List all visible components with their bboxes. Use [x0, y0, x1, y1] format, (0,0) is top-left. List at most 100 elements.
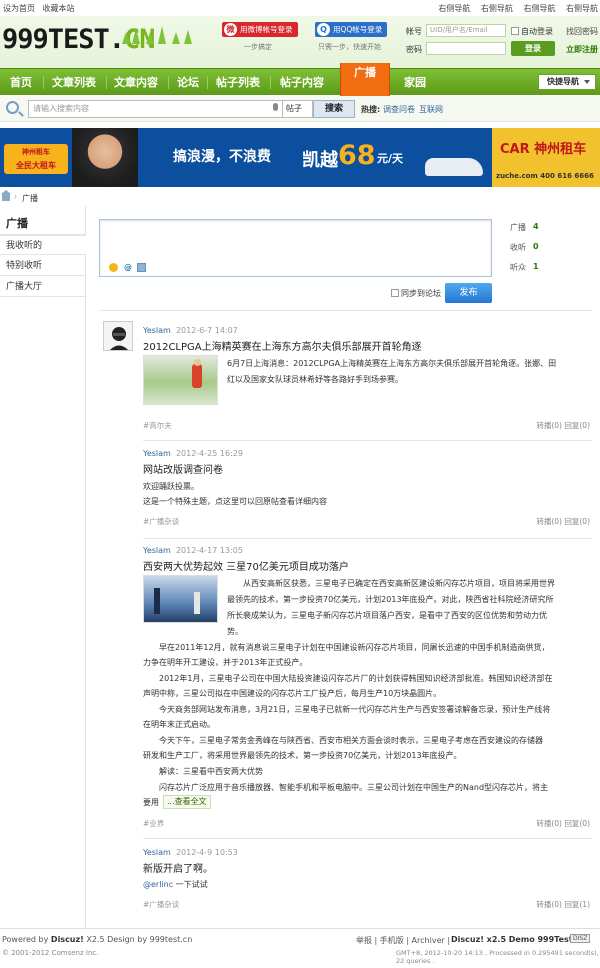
post-body-line: 早在2011年12月，就有消息说三星电子计划在中国建设新闪存芯片项目，同屠长迅速…: [159, 643, 550, 652]
post-body-line: 要用: [143, 798, 159, 807]
bookmark-link[interactable]: 收藏本站: [43, 4, 75, 13]
microphone-icon[interactable]: [273, 103, 278, 111]
nav-home-space[interactable]: 家园: [404, 69, 426, 96]
sidebar-item-broadcast-hall[interactable]: 广播大厅: [0, 277, 86, 297]
post-tag[interactable]: #业界: [143, 818, 164, 829]
auto-login-checkbox[interactable]: 自动登录: [511, 26, 553, 37]
post-body-link[interactable]: 这是一个特殊主题，点这里可以回原帖查看详细内容: [143, 494, 327, 509]
post-body-line: 解读：三星看中西安两大优势: [159, 767, 263, 776]
right-nav-link-3[interactable]: 右侧导航: [523, 4, 555, 13]
footer-links[interactable]: 举报 | 手机版 | Archiver |: [356, 935, 450, 946]
register-link[interactable]: 立即注册: [566, 44, 598, 55]
ad-banner[interactable]: 神州租车 全民大租车 搞浪漫，不浪费 凯越 68 元/天 CAR 神州租车 zu…: [0, 128, 600, 187]
home-icon[interactable]: [1, 190, 11, 201]
post-thumbnail[interactable]: [143, 355, 218, 405]
nav-home[interactable]: 首页: [10, 69, 32, 96]
top-bar: 设为首页 收藏本站 右侧导航 右侧导航 右侧导航 右侧导航: [0, 0, 600, 16]
right-nav-link-4[interactable]: 右侧导航: [566, 4, 598, 13]
powered-text: Powered by: [2, 935, 49, 944]
nav-forum[interactable]: 论坛: [177, 69, 199, 96]
post-actions[interactable]: 转播(0) 回复(1): [536, 899, 590, 910]
hot-link-internet[interactable]: 互联网: [419, 104, 443, 115]
post-time: 2012-4-9 10:53: [175, 848, 238, 857]
nav-article-list[interactable]: 文章列表: [52, 69, 96, 96]
banner-url: zuche.com 400 616 6666: [496, 172, 594, 180]
sync-to-forum-checkbox[interactable]: 同步到论坛: [391, 288, 441, 299]
weibo-icon: 微: [224, 23, 237, 36]
post-title[interactable]: 新版开启了啊。: [143, 860, 213, 875]
avatar[interactable]: [103, 321, 133, 351]
stat-value: 1: [533, 262, 539, 271]
image-icon[interactable]: [137, 263, 146, 272]
logo-text: 999TEST.: [2, 24, 125, 55]
auto-login-label: 自动登录: [521, 27, 553, 36]
at-icon[interactable]: @: [124, 263, 133, 272]
post-title[interactable]: 西安两大优势起效 三星70亿美元项目成功落户: [143, 558, 349, 573]
smiley-icon[interactable]: [109, 263, 118, 272]
post-button[interactable]: 发布: [445, 283, 492, 303]
banner-car-image: [425, 158, 483, 176]
read-more-button[interactable]: ...查看全文: [163, 795, 211, 809]
sidebar-item-special-following[interactable]: 特别收听: [0, 256, 86, 276]
password-input[interactable]: [426, 42, 506, 55]
post-author[interactable]: Yeslam: [143, 546, 171, 555]
hot-link-survey[interactable]: 调查问卷: [383, 104, 415, 115]
divider: [143, 838, 592, 839]
post-tag[interactable]: #广播杂谈: [143, 516, 179, 527]
search-input[interactable]: 请输入搜索内容: [28, 100, 283, 118]
post-body-line: 从西安高新区获悉，三星电子已确定在西安高新区建设新闪存芯片项目，项目将采用世界: [243, 579, 555, 588]
sync-label: 同步到论坛: [401, 289, 441, 298]
post-title[interactable]: 2012CLPGA上海精英赛在上海东方高尔夫俱乐部展开首轮角逐: [143, 338, 422, 353]
post-thumbnail[interactable]: [143, 575, 218, 623]
nav-thread-list[interactable]: 帖子列表: [216, 69, 260, 96]
post-body-line: 所长裴成荣认为，三星电子新闪存芯片项目落户西安，是看中了西安的区位优势和劳动力优: [227, 611, 547, 620]
post-author[interactable]: Yeslam: [143, 848, 171, 857]
post-title[interactable]: 网站改版调查问卷: [143, 461, 223, 476]
banner-person-image: [72, 128, 138, 187]
post-tag[interactable]: #高尔夫: [143, 420, 172, 431]
post-body-line: 闪存芯片广泛应用于音乐播放器、智能手机和平板电脑中。三星公司计划在中国生产的Na…: [159, 783, 549, 792]
breadcrumb-arrow: ›: [14, 192, 18, 201]
post-author[interactable]: Yeslam: [143, 449, 171, 458]
post-actions[interactable]: 转播(0) 回复(0): [536, 420, 590, 431]
account-input[interactable]: UID/用户名/Email: [426, 24, 506, 37]
nav-broadcast[interactable]: 广播: [340, 63, 390, 96]
banner-price: 68: [338, 140, 376, 171]
set-homepage-link[interactable]: 设为首页: [3, 4, 35, 13]
qq-icon: Q: [317, 23, 330, 36]
post-body: @erlinc 一下试试: [143, 877, 208, 892]
login-button[interactable]: 登录: [511, 41, 555, 56]
broadcast-textarea[interactable]: @: [99, 219, 492, 277]
stat-following[interactable]: 收听 0: [510, 242, 539, 253]
nav-thread-content[interactable]: 帖子内容: [280, 69, 324, 96]
post-actions[interactable]: 转播(0) 回复(0): [536, 516, 590, 527]
divider: [143, 538, 592, 539]
divider: [143, 440, 592, 441]
post-tag[interactable]: #广播杂谈: [143, 899, 179, 910]
right-nav-link-1[interactable]: 右侧导航: [438, 4, 470, 13]
footer-badge: DISZ: [570, 934, 591, 943]
weibo-login-button[interactable]: 微 用微博帐号登录: [222, 22, 298, 37]
forgot-password-link[interactable]: 找回密码: [566, 26, 598, 37]
stat-value: 0: [533, 242, 539, 251]
discuz-link[interactable]: Discuz!: [51, 935, 84, 944]
right-nav-link-2[interactable]: 右侧导航: [481, 4, 513, 13]
sidebar-item-following[interactable]: 我收听的: [0, 235, 86, 255]
stat-listeners[interactable]: 听众 1: [510, 262, 539, 273]
post-meta: Yeslam 2012-4-17 13:05: [143, 546, 243, 555]
nav-article-content[interactable]: 文章内容: [114, 69, 158, 96]
stat-broadcast[interactable]: 广播 4: [510, 222, 539, 233]
footer-demo[interactable]: Discuz! x2.5 Demo 999Test.cn: [451, 935, 586, 944]
search-type-select[interactable]: 帖子: [283, 100, 313, 118]
post-actions[interactable]: 转播(0) 回复(0): [536, 818, 590, 829]
quick-nav-dropdown[interactable]: 快捷导航: [538, 74, 596, 90]
mention-link[interactable]: @erlinc: [143, 880, 173, 889]
post-body-line: 2012年1月，三星电子公司在中国大陆投资建设闪存芯片厂的计划获得韩国知识经济部…: [159, 674, 553, 683]
hot-search-label: 热搜:: [361, 105, 381, 114]
qq-sub-text: 只需一步，快速开始: [318, 43, 381, 51]
qq-login-button[interactable]: Q 用QQ帐号登录: [315, 22, 388, 37]
banner-tag-line1: 神州租车: [22, 148, 50, 156]
post-author[interactable]: Yeslam: [143, 326, 171, 335]
search-button[interactable]: 搜索: [313, 100, 355, 118]
stat-label: 听众: [510, 263, 526, 272]
